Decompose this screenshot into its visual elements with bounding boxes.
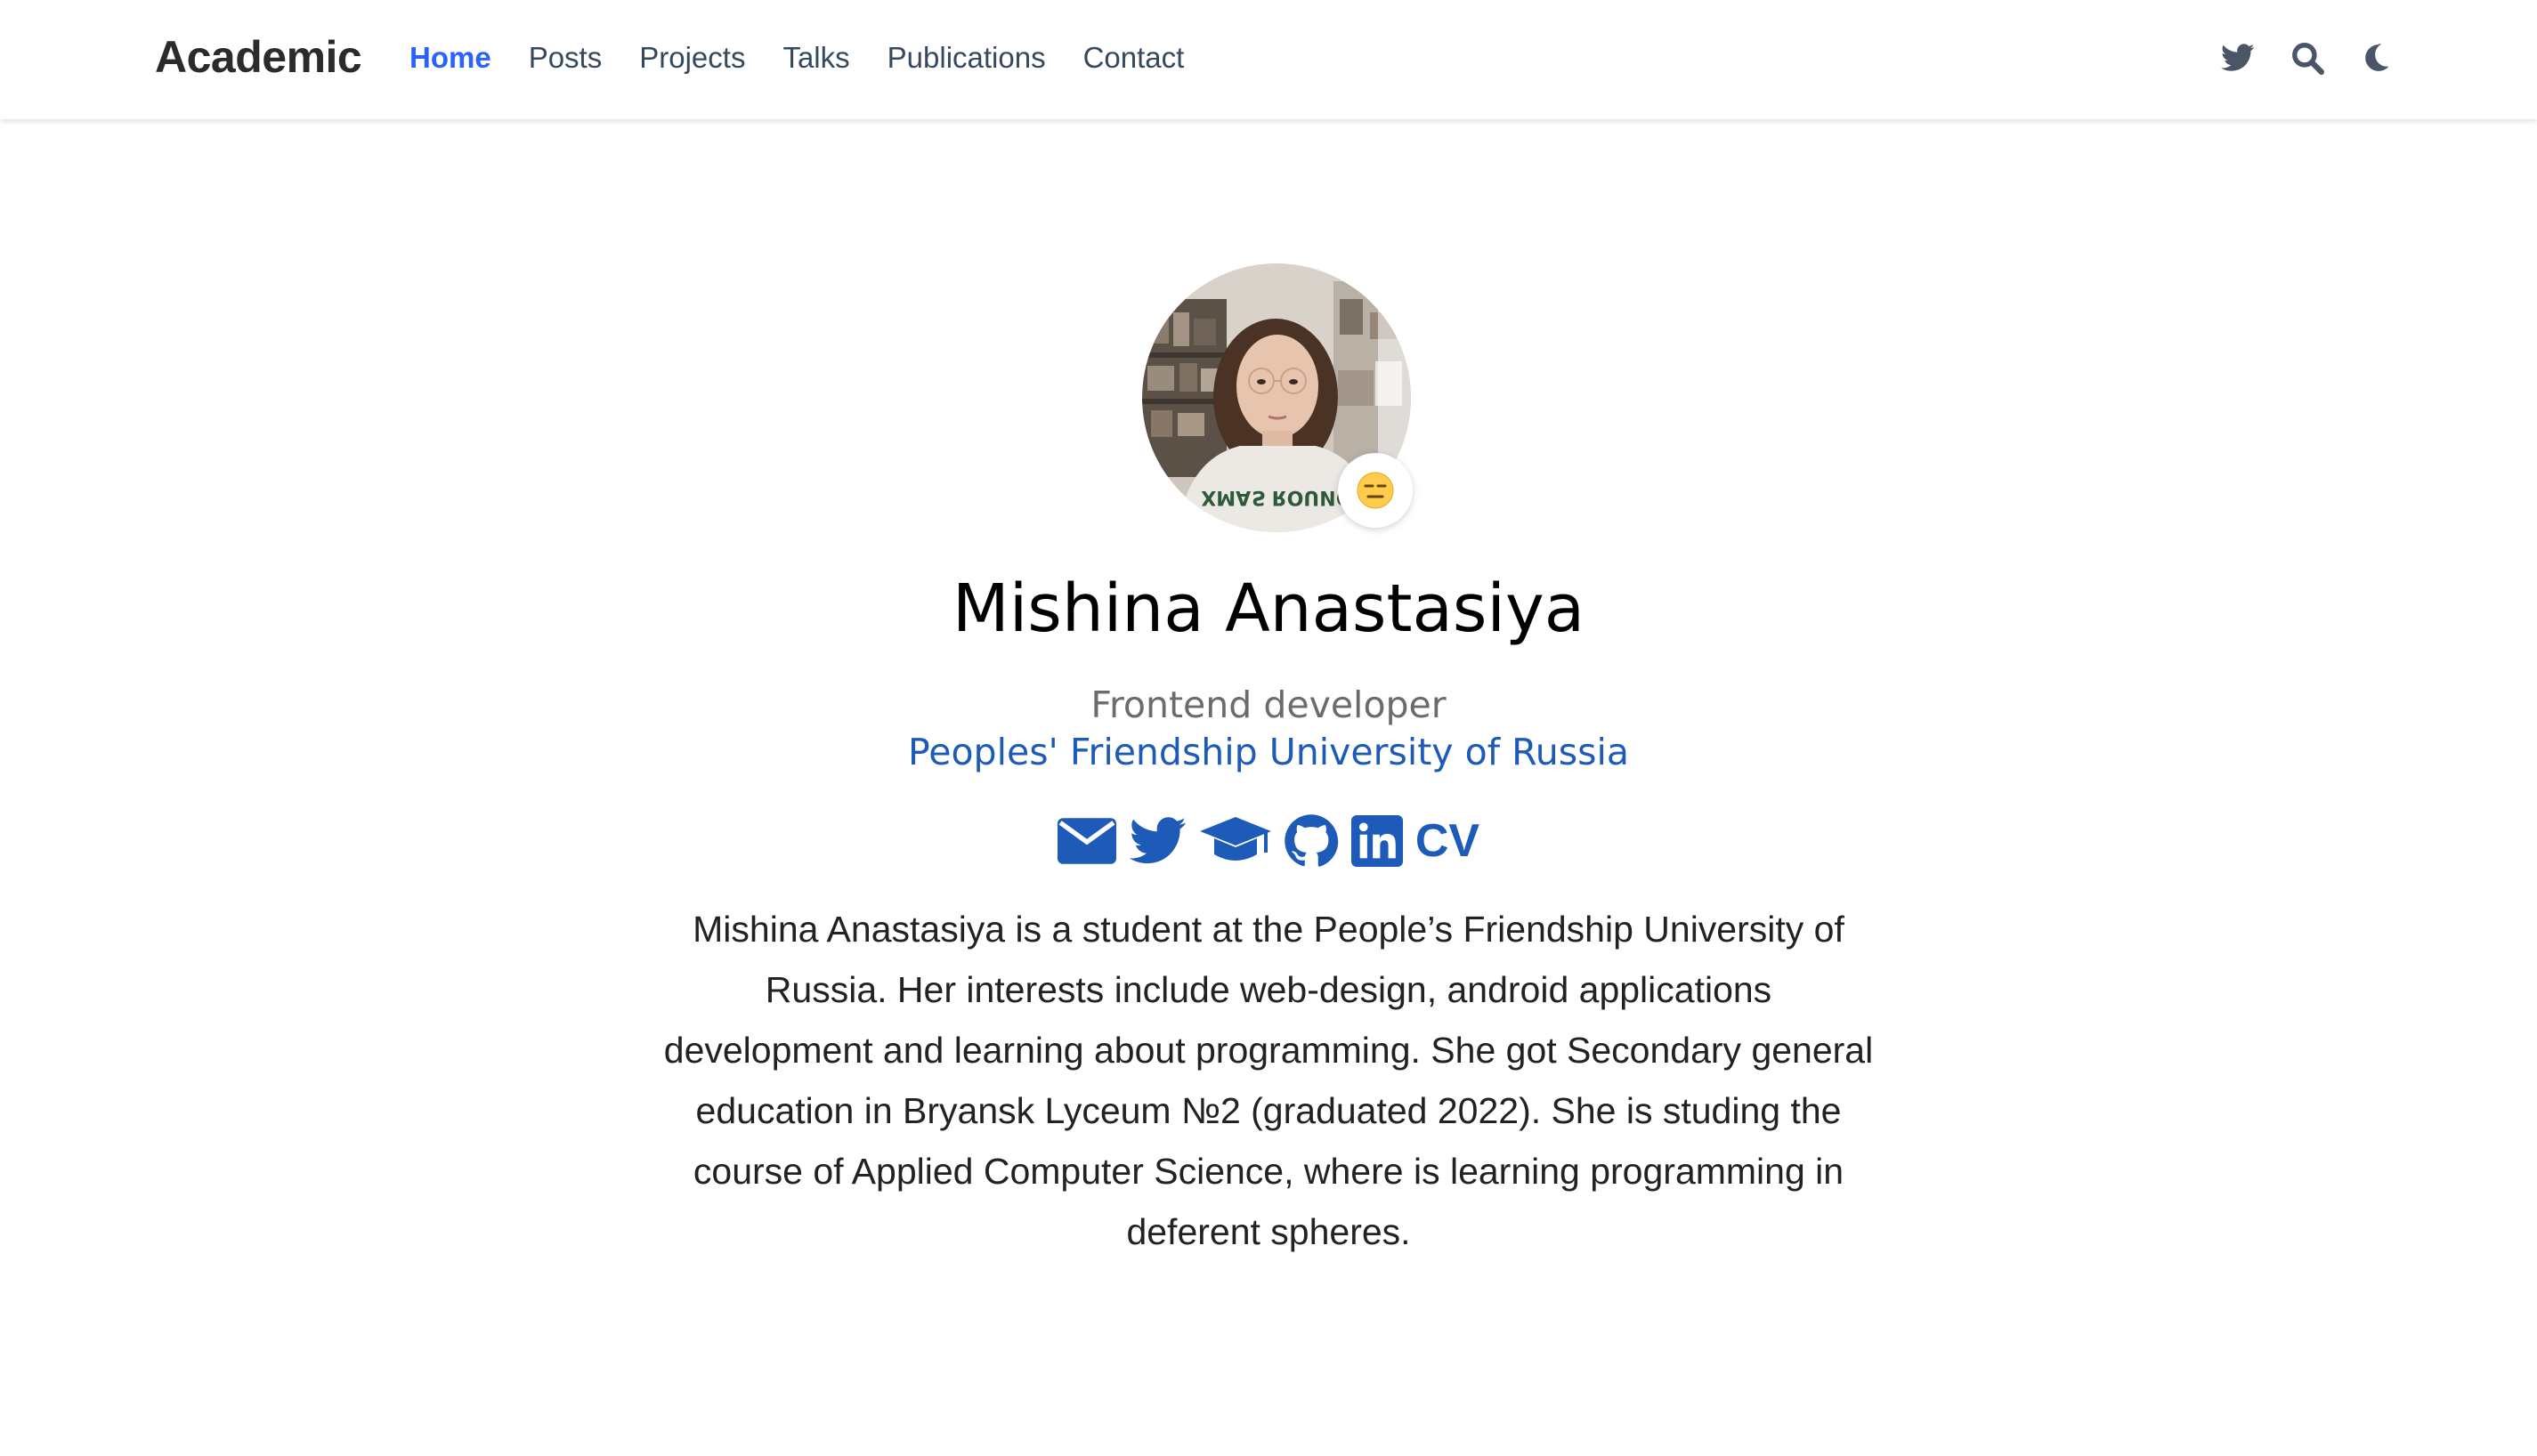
nav-home[interactable]: Home	[409, 40, 491, 76]
status-emoji-badge	[1338, 453, 1413, 528]
moon-icon[interactable]	[2357, 38, 2396, 77]
envelope-icon[interactable]	[1057, 818, 1116, 864]
github-icon[interactable]	[1284, 813, 1339, 869]
search-icon[interactable]	[2288, 38, 2327, 77]
linkedin-icon[interactable]	[1350, 815, 1403, 867]
navbar: Academic Home Posts Projects Talks Publi…	[0, 0, 2537, 119]
nav-posts[interactable]: Posts	[529, 40, 603, 76]
graduation-cap-icon[interactable]	[1199, 817, 1271, 865]
twitter-icon[interactable]	[2218, 38, 2257, 77]
nav-talks[interactable]: Talks	[782, 40, 849, 76]
cv-label: CV	[1414, 815, 1480, 867]
nav-publications[interactable]: Publications	[888, 40, 1046, 76]
profile-organization-link[interactable]: Peoples' Friendship University of Russia	[0, 725, 2537, 779]
profile-name: Mishina Anastasiya	[952, 570, 1585, 647]
twitter-icon[interactable]	[1129, 817, 1187, 865]
expressionless-face-icon	[1357, 472, 1394, 509]
profile-role: Frontend developer	[1090, 684, 1447, 726]
site-brand[interactable]: Academic	[155, 30, 362, 84]
svg-text:ƆNUOЯ ƧAMX: ƆNUOЯ ƧAMX	[1201, 486, 1350, 508]
main-nav: Home Posts Projects Talks Publications C…	[409, 0, 1221, 116]
avatar-wrapper: ƆNUOЯ ƧAMX	[1142, 263, 1413, 532]
nav-tools	[2188, 0, 2396, 116]
profile-bio: Mishina Anastasiya is a student at the P…	[663, 909, 1874, 1252]
cv-icon[interactable]: CV	[1415, 812, 1479, 870]
nav-projects[interactable]: Projects	[639, 40, 745, 76]
social-links: CV	[0, 812, 2537, 870]
nav-contact[interactable]: Contact	[1083, 40, 1185, 76]
